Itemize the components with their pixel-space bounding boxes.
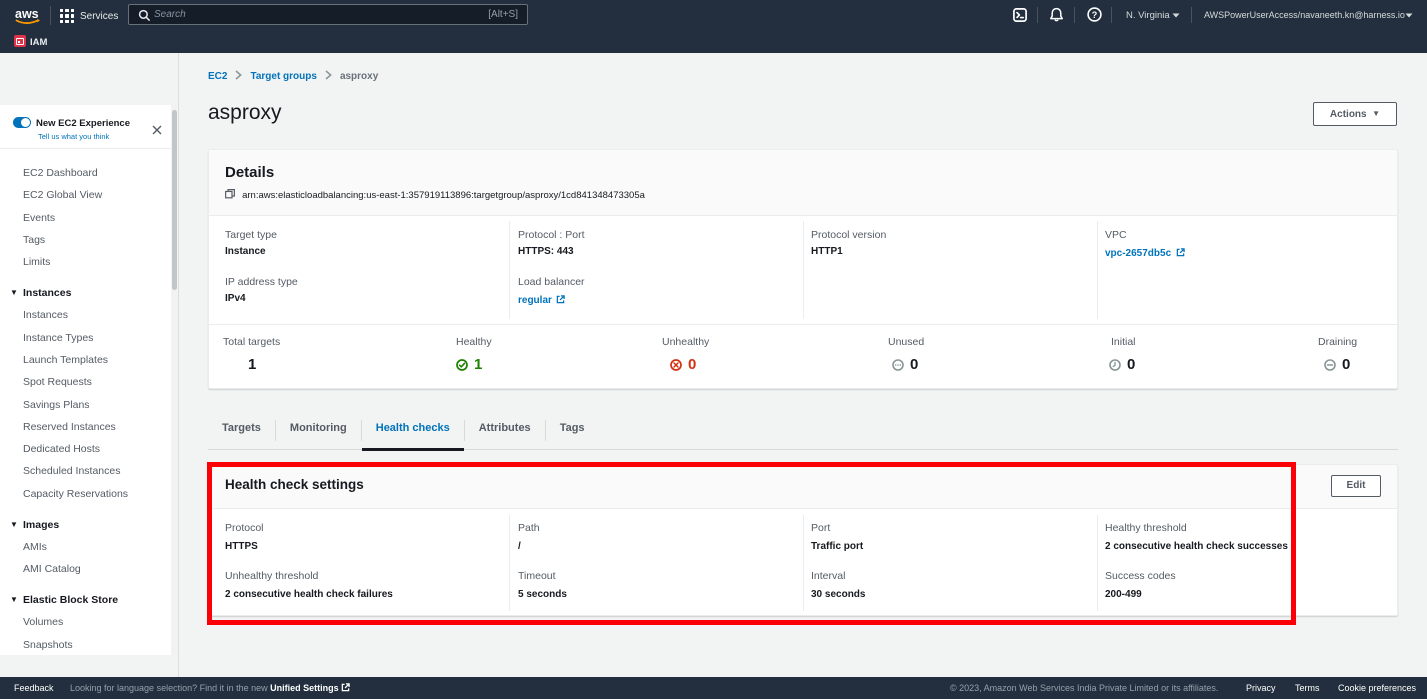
svg-text:aws: aws — [15, 7, 39, 21]
svg-text:?: ? — [1092, 10, 1098, 20]
